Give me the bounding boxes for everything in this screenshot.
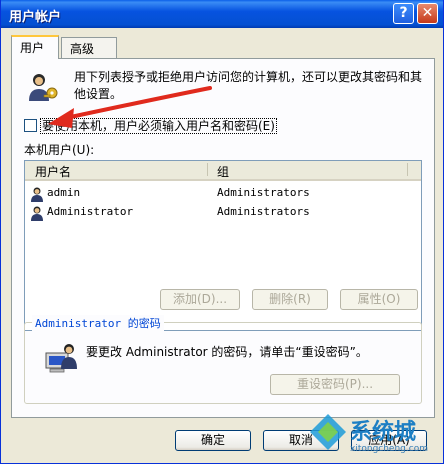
users-list-label: 本机用户(U): bbox=[24, 143, 95, 157]
user-icon bbox=[31, 206, 43, 221]
user-accounts-window: 用户帐户 ? ✕ 用户 高级 用下列表授予或拒绝用户访问您的计算机，还可以更改其… bbox=[0, 0, 444, 464]
require-login-row[interactable]: 要使用本机，用户必须输入用户名和密码(E) bbox=[24, 117, 277, 134]
tab-advanced[interactable]: 高级 bbox=[61, 37, 117, 58]
user-name: admin bbox=[47, 186, 81, 199]
password-info-text: 要更改 Administrator 的密码，请单击“重设密码”。 bbox=[86, 345, 368, 359]
users-tab-panel: 用下列表授予或拒绝用户访问您的计算机，还可以更改其密码和其他设置。 要使用本机，… bbox=[11, 58, 435, 418]
column-group[interactable]: 组 bbox=[217, 163, 229, 180]
user-name: Administrator bbox=[47, 205, 134, 218]
column-separator[interactable] bbox=[407, 163, 408, 176]
user-icon bbox=[31, 187, 43, 202]
users-list-header: 用户名 组 bbox=[25, 161, 421, 181]
watermark-logo-icon bbox=[310, 414, 346, 450]
user-computer-icon bbox=[45, 344, 77, 373]
window-title: 用户帐户 bbox=[9, 10, 62, 25]
ok-button[interactable]: 确定 bbox=[175, 430, 251, 451]
user-group: Administrators bbox=[217, 186, 310, 199]
remove-user-button[interactable]: 删除(R) bbox=[252, 289, 328, 310]
require-login-checkbox[interactable] bbox=[24, 119, 37, 132]
reset-password-button[interactable]: 重设密码(P)... bbox=[270, 374, 400, 395]
users-keys-icon bbox=[29, 74, 58, 101]
user-group: Administrators bbox=[217, 205, 310, 218]
require-login-label[interactable]: 要使用本机，用户必须输入用户名和密码(E) bbox=[40, 118, 277, 134]
add-user-button[interactable]: 添加(D)... bbox=[160, 289, 240, 310]
watermark-brand: 系统城 bbox=[350, 420, 417, 445]
help-button[interactable]: ? bbox=[393, 3, 414, 24]
intro-text: 用下列表授予或拒绝用户访问您的计算机，还可以更改其密码和其他设置。 bbox=[74, 70, 423, 101]
column-username[interactable]: 用户名 bbox=[35, 163, 71, 180]
tab-users[interactable]: 用户 bbox=[11, 35, 59, 59]
column-separator[interactable] bbox=[207, 163, 208, 176]
table-row[interactable]: Administrator Administrators bbox=[25, 204, 421, 222]
watermark-url: xitongcheng.com bbox=[350, 444, 428, 454]
properties-button[interactable]: 属性(O) bbox=[340, 289, 418, 310]
close-button[interactable]: ✕ bbox=[417, 3, 438, 24]
password-group-title: Administrator 的密码 bbox=[32, 315, 164, 331]
title-bar[interactable]: 用户帐户 ? ✕ bbox=[1, 0, 443, 28]
table-row[interactable]: admin Administrators bbox=[25, 185, 421, 203]
watermark: 系统城 xitongcheng.com bbox=[304, 404, 444, 464]
